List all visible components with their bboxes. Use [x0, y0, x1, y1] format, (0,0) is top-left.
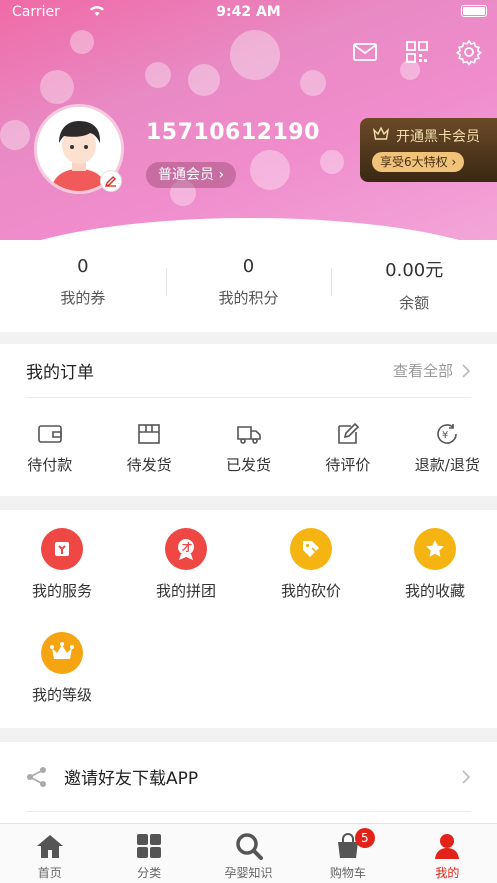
view-all-orders-link[interactable]: 查看全部: [393, 360, 471, 381]
invite-section: 邀请好友下载APP: [0, 742, 497, 824]
truck-icon: [236, 426, 261, 444]
account-stats: 0 我的券 0 我的积分 0.00元 余额: [0, 240, 497, 332]
message-icon[interactable]: [351, 38, 379, 66]
svg-text:¥: ¥: [442, 430, 448, 441]
stat-value: 0: [242, 256, 255, 277]
group-icon: 才: [165, 528, 207, 570]
wallet-icon: [37, 425, 62, 443]
user-icon: [435, 834, 460, 859]
crown-icon: [372, 126, 390, 146]
vip-card[interactable]: 开通黑卡会员 享受6大特权 ›: [360, 118, 497, 182]
share-icon: [27, 766, 46, 787]
service-level[interactable]: 我的等级: [0, 632, 124, 705]
invite-friends-row[interactable]: 邀请好友下载APP: [26, 742, 471, 812]
edit-profile-icon[interactable]: [100, 170, 122, 192]
stat-value: 0.00元: [385, 260, 444, 281]
chevron-right-icon: ›: [218, 167, 225, 183]
tab-mine[interactable]: 我的: [398, 824, 497, 883]
order-refund[interactable]: ¥ 退款/退货: [398, 422, 497, 475]
service-group-buy[interactable]: 才 我的拼团: [124, 528, 248, 601]
status-bar: Carrier 9:42 AM: [0, 0, 497, 24]
member-level-label: 普通会员: [158, 167, 214, 183]
service-bargain[interactable]: 我的砍价: [249, 528, 373, 601]
clock: 9:42 AM: [216, 4, 281, 20]
home-icon: [36, 835, 63, 858]
user-phone: 15710612190: [146, 120, 320, 145]
vip-title: 开通黑卡会员: [396, 129, 480, 145]
chevron-right-icon: [462, 363, 471, 378]
member-level-button[interactable]: 普通会员 ›: [146, 162, 237, 188]
services-section: 我的服务 才 我的拼团 我的砍价 我的收藏 我的等级: [0, 510, 497, 728]
order-pending-payment[interactable]: 待付款: [0, 422, 99, 475]
svg-text:才: 才: [182, 541, 192, 554]
stat-label: 我的券: [60, 289, 106, 307]
star-icon: [414, 528, 456, 570]
service-icon: [41, 528, 83, 570]
qrcode-icon[interactable]: [403, 38, 431, 66]
stat-label: 余额: [399, 294, 430, 312]
vip-privileges-button[interactable]: 享受6大特权 ›: [372, 152, 465, 172]
refund-icon: ¥: [437, 424, 458, 444]
orders-title: 我的订单: [26, 363, 94, 383]
battery-icon: [461, 5, 487, 17]
tab-knowledge[interactable]: 孕婴知识: [199, 824, 298, 883]
tab-bar: 首页 分类 孕婴知识 购物车 5 我的: [0, 823, 497, 883]
stat-value: 0: [77, 256, 89, 277]
tab-cart[interactable]: 购物车 5: [298, 824, 397, 883]
gear-icon[interactable]: [455, 38, 483, 67]
edit-icon: [338, 422, 360, 444]
stat-balance[interactable]: 0.00元 余额: [331, 240, 497, 332]
invite-label: 邀请好友下载APP: [64, 769, 199, 789]
service-my-services[interactable]: 我的服务: [0, 528, 124, 601]
order-pending-shipment[interactable]: 待发货: [99, 422, 198, 475]
service-favorites[interactable]: 我的收藏: [373, 528, 497, 601]
stat-points[interactable]: 0 我的积分: [165, 240, 332, 332]
box-icon: [138, 424, 160, 444]
crown-icon: [41, 632, 83, 674]
chevron-right-icon: [462, 769, 471, 784]
search-icon: [235, 833, 263, 860]
order-shipped[interactable]: 已发货: [199, 422, 298, 475]
stat-coupons[interactable]: 0 我的券: [0, 240, 166, 332]
tab-category[interactable]: 分类: [99, 824, 198, 883]
tab-home[interactable]: 首页: [0, 824, 99, 883]
cart-badge: 5: [354, 828, 375, 848]
bargain-icon: [290, 528, 332, 570]
stat-label: 我的积分: [218, 289, 279, 307]
order-pending-review[interactable]: 待评价: [298, 422, 397, 475]
grid-icon: [137, 834, 162, 858]
orders-section: 我的订单 查看全部 待付款 待发货 已发货 待评价 ¥ 退款/退货: [0, 344, 497, 496]
